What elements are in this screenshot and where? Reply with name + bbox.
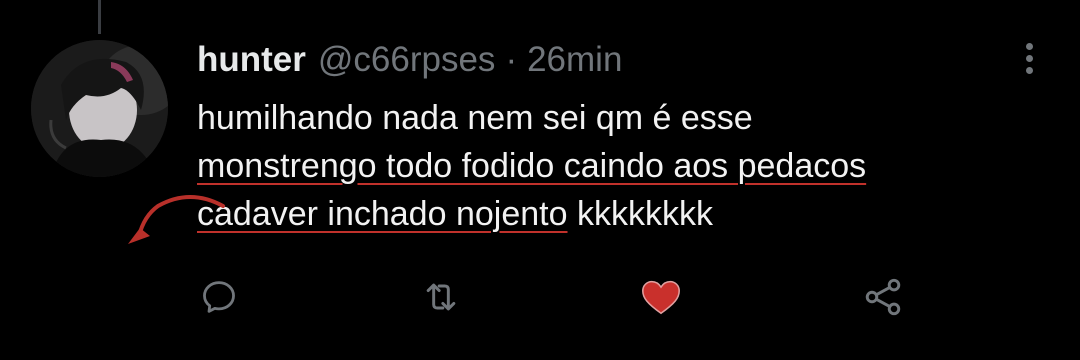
reply-icon (203, 281, 235, 313)
tweet-header: hunter @c66rpses · 26min (197, 40, 622, 80)
share-button[interactable] (858, 272, 908, 322)
tweet-text-line-3: cadaver inchado nojento kkkkkkkk (197, 190, 1037, 238)
author-display-name[interactable]: hunter (197, 40, 306, 80)
header-separator: · (505, 40, 518, 79)
author-handle[interactable]: @c66rpses (318, 40, 496, 80)
more-vertical-icon[interactable] (1014, 38, 1044, 78)
more-dot (1025, 42, 1033, 50)
retweet-icon (426, 283, 456, 311)
avatar[interactable] (31, 40, 168, 177)
tweet-text: humilhando nada nem sei qm é esse monstr… (197, 94, 1037, 238)
tweet-text-line-2: monstrengo todo fodido caindo aos pedaco… (197, 147, 867, 185)
more-dot (1025, 54, 1033, 62)
tweet-text-line-1: humilhando nada nem sei qm é esse (197, 99, 753, 137)
avatar-image (31, 40, 168, 177)
tweet-timestamp[interactable]: 26min (527, 40, 622, 80)
thread-connector-line (98, 0, 101, 34)
tweet-actions (0, 272, 1080, 322)
curved-arrow-icon (128, 195, 225, 244)
heart-icon (642, 280, 680, 315)
reply-button[interactable] (194, 272, 244, 322)
more-dot (1025, 66, 1033, 74)
tweet-text-line-3-tail: kkkkkkkk (567, 195, 713, 233)
share-icon (865, 278, 901, 316)
like-button[interactable] (636, 272, 686, 322)
tweet-text-line-3-underlined: cadaver inchado nojento (197, 195, 568, 233)
retweet-button[interactable] (416, 272, 466, 322)
